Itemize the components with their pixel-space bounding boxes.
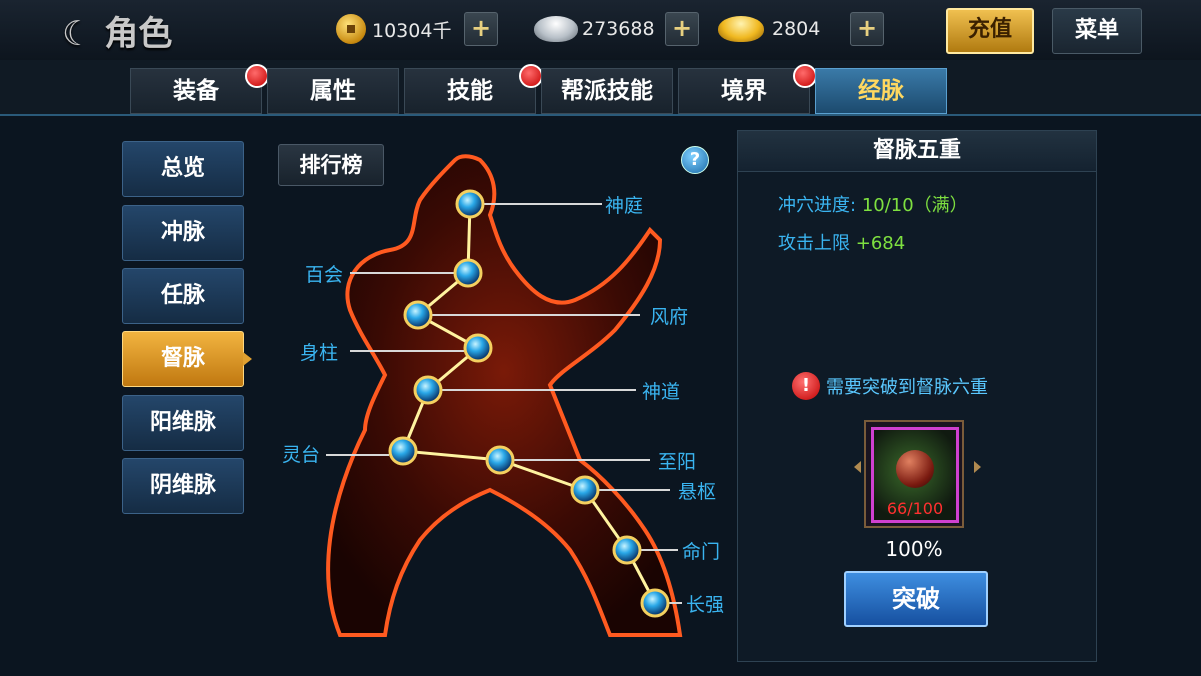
- breakthrough-item-slot[interactable]: 66/100: [864, 420, 964, 528]
- acupoint-node[interactable]: [455, 189, 485, 219]
- page-title: 角色: [104, 14, 173, 54]
- acupoint-label-mingmen: 命门: [682, 541, 720, 563]
- sidebar-item-yinwei-meridian[interactable]: 阴维脉: [122, 458, 244, 514]
- acupoint-node[interactable]: [485, 445, 515, 475]
- acupoint-node[interactable]: [570, 475, 600, 505]
- tab-label: 帮派技能: [561, 78, 653, 104]
- tab-skills[interactable]: 技能: [404, 64, 543, 114]
- tab-bar: 装备 属性 技能 帮派技能 境界 经脉: [0, 60, 1201, 116]
- red-pill-icon: [896, 450, 934, 488]
- attack-value: +684: [855, 233, 906, 254]
- acupoint-node[interactable]: [453, 258, 483, 288]
- progress-value: 10/10（满）: [861, 195, 968, 216]
- item-count: 66/100: [886, 499, 944, 518]
- item-icon: 66/100: [871, 427, 959, 523]
- tab-attributes[interactable]: 属性: [267, 68, 399, 114]
- arrow-left-icon: [854, 461, 861, 473]
- acupoint-label-shenting: 神庭: [605, 195, 643, 217]
- add-copper-button[interactable]: +: [464, 12, 498, 46]
- tab-equipment[interactable]: 装备: [130, 64, 269, 114]
- menu-button[interactable]: 菜单: [1052, 8, 1142, 54]
- acupoint-node[interactable]: [463, 333, 493, 363]
- sidebar-item-overview[interactable]: 总览: [122, 141, 244, 197]
- tab-label: 境界: [721, 78, 767, 104]
- sidebar-item-ren-meridian[interactable]: 任脉: [122, 268, 244, 324]
- sidebar-item-yangwei-meridian[interactable]: 阳维脉: [122, 395, 244, 451]
- gold-amount: 2804: [772, 18, 821, 40]
- acupoint-label-lingtai: 灵台: [282, 444, 320, 466]
- progress-label: 冲穴进度:: [778, 195, 857, 216]
- gold-ingot-icon: [718, 16, 764, 42]
- acupoint-node[interactable]: [640, 588, 670, 618]
- meridian-figure: 神庭 百会 风府 身柱 神道 灵台 至阳 悬枢 命门 长强: [282, 154, 724, 637]
- meridian-detail-panel: 督脉五重 冲穴进度: 10/10（满） 攻击上限 +684 ! 需要突破到督脉六…: [737, 130, 1097, 662]
- acupoint-label-xuanshu: 悬枢: [678, 481, 716, 503]
- tab-label: 装备: [173, 78, 219, 104]
- breakthrough-warning: ! 需要突破到督脉六重: [792, 372, 988, 400]
- attack-row: 攻击上限 +684: [778, 229, 905, 255]
- acupoint-label-changqiang: 长强: [686, 594, 724, 616]
- tab-label: 经脉: [858, 78, 904, 104]
- breakthrough-button[interactable]: 突破: [844, 571, 988, 627]
- success-rate: 100%: [885, 537, 943, 561]
- acupoint-label-zhiyang: 至阳: [658, 451, 696, 473]
- silver-resource: 273688: [534, 12, 655, 46]
- copper-resource: 10304千: [336, 12, 451, 46]
- sidebar-item-du-meridian[interactable]: 督脉: [122, 331, 252, 387]
- acupoint-label-shendao: 神道: [642, 381, 680, 403]
- add-silver-button[interactable]: +: [665, 12, 699, 46]
- attack-label: 攻击上限: [778, 233, 850, 254]
- tab-meridians[interactable]: 经脉: [815, 68, 947, 114]
- top-bar: ☾ 角色 10304千 + 273688 + 2804 + 充值 菜单: [0, 0, 1201, 62]
- acupoint-node[interactable]: [403, 300, 433, 330]
- arrow-right-icon: [974, 461, 981, 473]
- tab-label: 属性: [310, 78, 356, 104]
- panel-title: 督脉五重: [738, 131, 1096, 172]
- tab-guild-skills[interactable]: 帮派技能: [541, 68, 673, 114]
- acupoint-node[interactable]: [612, 535, 642, 565]
- acupoint-label-baihui: 百会: [305, 264, 343, 286]
- moon-back-icon: ☾: [62, 14, 93, 54]
- notification-badge-icon: [245, 64, 269, 88]
- back-button[interactable]: ☾ 角色: [62, 6, 172, 55]
- silver-ingot-icon: [534, 16, 578, 42]
- acupoint-node[interactable]: [413, 375, 443, 405]
- warning-text: 需要突破到督脉六重: [826, 377, 988, 398]
- add-gold-button[interactable]: +: [850, 12, 884, 46]
- acupoint-label-shenzhu: 身柱: [300, 342, 338, 364]
- copper-amount: 10304千: [372, 19, 452, 42]
- tab-realm[interactable]: 境界: [678, 64, 817, 114]
- tab-label: 技能: [447, 78, 493, 104]
- progress-row: 冲穴进度: 10/10（满）: [778, 191, 968, 217]
- notification-badge-icon: [519, 64, 543, 88]
- acupoint-node[interactable]: [388, 436, 418, 466]
- copper-coin-icon: [336, 14, 366, 44]
- silver-amount: 273688: [582, 18, 655, 40]
- acupoint-label-fengfu: 风府: [650, 306, 688, 328]
- recharge-button[interactable]: 充值: [946, 8, 1034, 54]
- warning-icon: !: [792, 372, 820, 400]
- gold-resource: 2804: [718, 12, 820, 46]
- sidebar-item-chong-meridian[interactable]: 冲脉: [122, 205, 244, 261]
- notification-badge-icon: [793, 64, 817, 88]
